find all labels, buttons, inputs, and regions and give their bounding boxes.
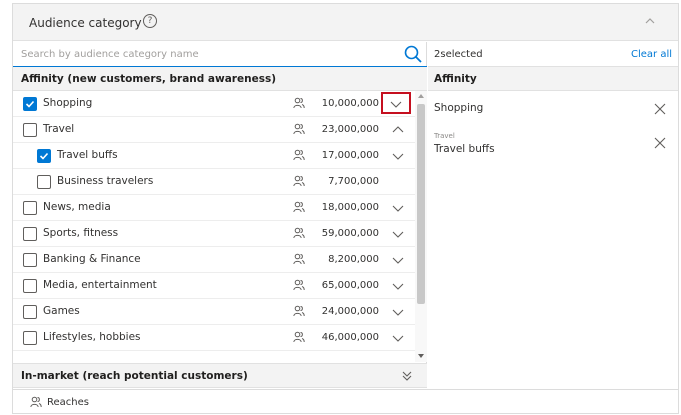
selected-item-parent: Travel (434, 132, 455, 140)
audience-category-panel: Audience category ? Affinity (new custom… (12, 3, 679, 414)
category-name: Games (43, 305, 80, 317)
category-list: Shopping 10,000,000 Travel 23,000,000 Travel… (13, 91, 415, 362)
scroll-up-arrow-icon[interactable] (418, 94, 424, 98)
people-icon (293, 149, 305, 162)
category-name: Travel buffs (57, 149, 118, 161)
category-name: Travel (43, 123, 75, 135)
search-box[interactable] (13, 42, 427, 67)
selected-summary-bar: 2selected Clear all (428, 42, 678, 67)
category-name: Business travelers (57, 175, 154, 187)
category-row[interactable]: Banking & Finance 8,200,000 (13, 247, 415, 273)
scrollbar-thumb[interactable] (417, 104, 425, 304)
category-name: News, media (43, 201, 111, 213)
remove-close-icon[interactable] (654, 103, 666, 115)
checkbox[interactable] (23, 305, 37, 319)
audience-count: 17,000,000 (321, 150, 379, 161)
people-icon (293, 227, 305, 240)
affinity-section-label: Affinity (new customers, brand awareness… (21, 73, 276, 85)
audience-count: 10,000,000 (321, 98, 379, 109)
people-icon (293, 175, 305, 188)
selected-item-name: Travel buffs (434, 143, 495, 155)
remove-close-icon[interactable] (654, 137, 666, 149)
category-row[interactable]: Media, entertainment 65,000,000 (13, 273, 415, 299)
double-chevron-down-icon[interactable] (399, 368, 415, 384)
people-icon (293, 253, 305, 266)
collapse-chevron-up-icon[interactable] (642, 13, 658, 29)
selected-count: 2selected (434, 49, 483, 60)
search-input[interactable] (21, 46, 391, 63)
affinity-section-header: Affinity (new customers, brand awareness… (13, 67, 427, 91)
help-icon[interactable]: ? (143, 14, 157, 28)
chevron-down-icon[interactable] (381, 92, 411, 114)
reaches-label: Reaches (47, 397, 89, 408)
category-picker: Affinity (new customers, brand awareness… (13, 42, 427, 388)
category-name: Shopping (43, 97, 93, 109)
checkbox[interactable] (23, 227, 37, 241)
chevron-down-icon[interactable] (390, 278, 406, 294)
list-scrollbar[interactable] (415, 91, 427, 362)
audience-count: 24,000,000 (321, 306, 379, 317)
checkbox-checked[interactable] (23, 97, 37, 111)
checkbox-checked[interactable] (37, 149, 51, 163)
selected-group-label: Affinity (434, 73, 477, 85)
checkbox[interactable] (37, 175, 51, 189)
people-icon (293, 305, 305, 318)
chevron-down-icon[interactable] (390, 200, 406, 216)
audience-count: 46,000,000 (321, 332, 379, 343)
chevron-down-icon[interactable] (390, 148, 406, 164)
checkbox[interactable] (23, 253, 37, 267)
category-row[interactable]: Travel buffs 17,000,000 (13, 143, 415, 169)
category-row[interactable]: Sports, fitness 59,000,000 (13, 221, 415, 247)
category-name: Media, entertainment (43, 279, 157, 291)
audience-count: 8,200,000 (328, 254, 379, 265)
category-name: Banking & Finance (43, 253, 141, 265)
chevron-down-icon[interactable] (390, 304, 406, 320)
people-icon (293, 123, 305, 136)
category-row[interactable]: Business travelers 7,700,000 (13, 169, 415, 195)
category-name: Lifestyles, hobbies (43, 331, 141, 343)
audience-count: 18,000,000 (321, 202, 379, 213)
category-name: Sports, fitness (43, 227, 119, 239)
checkbox[interactable] (23, 279, 37, 293)
checkbox[interactable] (23, 331, 37, 345)
category-row[interactable]: Lifestyles, hobbies 46,000,000 (13, 325, 415, 351)
chevron-down-icon[interactable] (390, 330, 406, 346)
panel-header[interactable]: Audience category ? (13, 4, 678, 41)
audience-count: 59,000,000 (321, 228, 379, 239)
selected-item-name: Shopping (434, 102, 484, 114)
inmarket-section-header[interactable]: In-market (reach potential customers) (13, 363, 427, 388)
inmarket-section-label: In-market (reach potential customers) (21, 370, 248, 382)
people-icon (293, 97, 305, 110)
panel-footer: Reaches (13, 389, 678, 414)
category-row[interactable]: News, media 18,000,000 (13, 195, 415, 221)
category-row[interactable]: Games 24,000,000 (13, 299, 415, 325)
people-icon (293, 279, 305, 292)
clear-all-link[interactable]: Clear all (631, 49, 672, 60)
checkbox[interactable] (23, 123, 37, 137)
audience-count: 23,000,000 (321, 124, 379, 135)
audience-count: 7,700,000 (328, 176, 379, 187)
scroll-down-arrow-icon[interactable] (418, 354, 424, 358)
people-icon (293, 331, 305, 344)
people-icon (30, 396, 42, 409)
category-row[interactable]: Travel 23,000,000 (13, 117, 415, 143)
audience-count: 65,000,000 (321, 280, 379, 291)
search-icon[interactable] (403, 44, 423, 64)
selected-panel: 2selected Clear all Affinity Shopping Tr… (428, 42, 678, 388)
chevron-down-icon[interactable] (390, 252, 406, 268)
category-row[interactable]: Shopping 10,000,000 (13, 91, 415, 117)
chevron-down-icon[interactable] (390, 226, 406, 242)
chevron-up-icon[interactable] (390, 122, 406, 138)
people-icon (293, 201, 305, 214)
panel-title: Audience category (29, 16, 142, 30)
checkbox[interactable] (23, 201, 37, 215)
selected-group-header: Affinity (428, 67, 678, 91)
selected-item: Shopping (428, 100, 678, 124)
selected-item: Travel Travel buffs (428, 132, 678, 162)
